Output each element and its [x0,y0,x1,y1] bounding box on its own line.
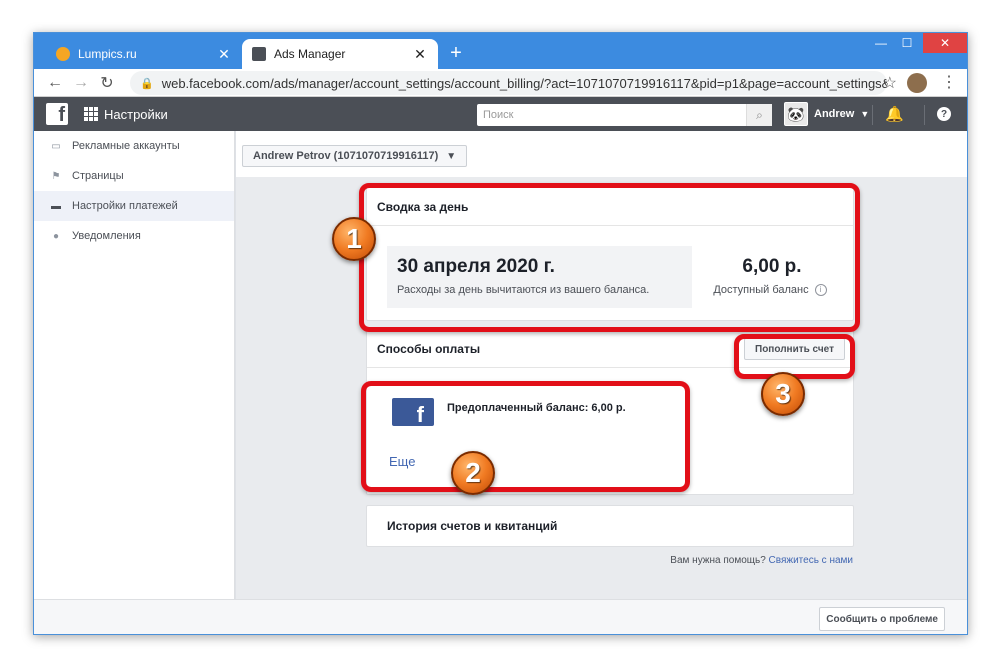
browser-menu-icon[interactable]: ⋮ [941,72,957,92]
flag-icon: ⚑ [51,170,61,182]
help-icon[interactable]: ? [937,107,951,121]
sidebar-item-label: Страницы [72,170,124,182]
search-input[interactable]: Поиск ⌕ [477,104,772,126]
user-menu[interactable]: 🐼 Andrew ▼ [784,102,869,126]
tab-strip: Lumpics.ru ✕ Ads Manager ✕ + — ☐ ✕ [34,33,967,69]
tab-ads-manager[interactable]: Ads Manager ✕ [242,39,438,69]
help-question: Вам нужна помощь? [670,555,766,566]
tab-title: Lumpics.ru [78,47,137,61]
billing-history-card[interactable]: История счетов и квитанций [366,505,854,547]
search-icon[interactable]: ⌕ [746,104,772,126]
tab-title: Ads Manager [274,47,346,61]
sidebar-item-pages[interactable]: ⚑ Страницы [34,161,234,191]
sidebar-item-notifications[interactable]: ● Уведомления [34,221,234,251]
step-badge-3: 3 [761,372,805,416]
maximize-button[interactable]: ☐ [893,33,921,53]
step-badge-1: 1 [332,217,376,261]
user-name: Andrew [814,108,855,120]
tab-lumpics[interactable]: Lumpics.ru ✕ [46,39,242,69]
highlight-top-up [734,334,855,379]
sidebar-item-payment-settings[interactable]: ▬ Настройки платежей [34,191,234,221]
sidebar-item-ad-accounts[interactable]: ▭ Рекламные аккаунты [34,131,234,161]
bell-icon[interactable]: 🔔 [885,105,904,123]
account-selector-label: Andrew Petrov (1071070719916117) [253,150,439,162]
contact-us-link[interactable]: Свяжитесь с нами [769,555,853,566]
url-text: web.facebook.com/ads/manager/account_set… [161,75,887,91]
help-line: Вам нужна помощь? Свяжитесь с нами [670,555,853,566]
address-bar[interactable]: 🔒 web.facebook.com/ads/manager/account_s… [130,71,887,95]
history-heading: История счетов и квитанций [387,519,558,533]
ads-manager-favicon-icon [252,47,266,61]
forward-arrow-icon[interactable]: → [68,74,94,92]
lock-icon: 🔒 [140,77,154,90]
sidebar-item-label: Уведомления [72,230,141,242]
bookmark-star-icon[interactable]: ☆ [883,73,897,93]
settings-sidebar: ▭ Рекламные аккаунты ⚑ Страницы ▬ Настро… [34,131,235,634]
report-problem-button[interactable]: Сообщить о проблеме [819,607,945,631]
bottom-bar: Сообщить о проблеме [34,599,967,634]
divider [924,105,925,125]
new-tab-button[interactable]: + [444,42,468,65]
accounts-icon: ▭ [51,140,61,152]
page-title: Настройки [104,107,168,122]
tab-close-icon[interactable]: ✕ [216,46,232,63]
facebook-header: f Настройки Поиск ⌕ 🐼 Andrew ▼ 🔔 ? [34,97,967,131]
chevron-down-icon: ▼ [860,109,870,119]
globe-icon: ● [52,230,60,242]
divider [872,105,873,125]
reload-icon[interactable]: ↻ [94,73,120,93]
avatar: 🐼 [784,102,808,126]
card-icon: ▬ [51,200,61,212]
profile-avatar-icon[interactable] [907,73,927,93]
window-close-button[interactable]: ✕ [923,33,967,53]
account-selector[interactable]: Andrew Petrov (1071070719916117) ▼ [242,145,468,167]
tab-close-icon[interactable]: ✕ [412,46,428,63]
account-strip: Andrew Petrov (1071070719916117) ▼ [236,131,967,177]
browser-toolbar: ← → ↻ 🔒 web.facebook.com/ads/manager/acc… [34,69,967,97]
facebook-logo-icon[interactable]: f [46,103,68,125]
search-placeholder: Поиск [483,109,514,121]
apps-grid-icon[interactable] [84,107,98,121]
minimize-button[interactable]: — [867,33,895,53]
lumpics-favicon-icon [56,47,70,61]
back-arrow-icon[interactable]: ← [42,74,68,92]
highlight-payment-method [361,381,690,492]
step-badge-2: 2 [451,451,495,495]
chevron-down-icon: ▼ [446,150,457,162]
sidebar-item-label: Настройки платежей [72,200,178,212]
highlight-summary [359,183,860,332]
sidebar-item-label: Рекламные аккаунты [72,140,180,152]
